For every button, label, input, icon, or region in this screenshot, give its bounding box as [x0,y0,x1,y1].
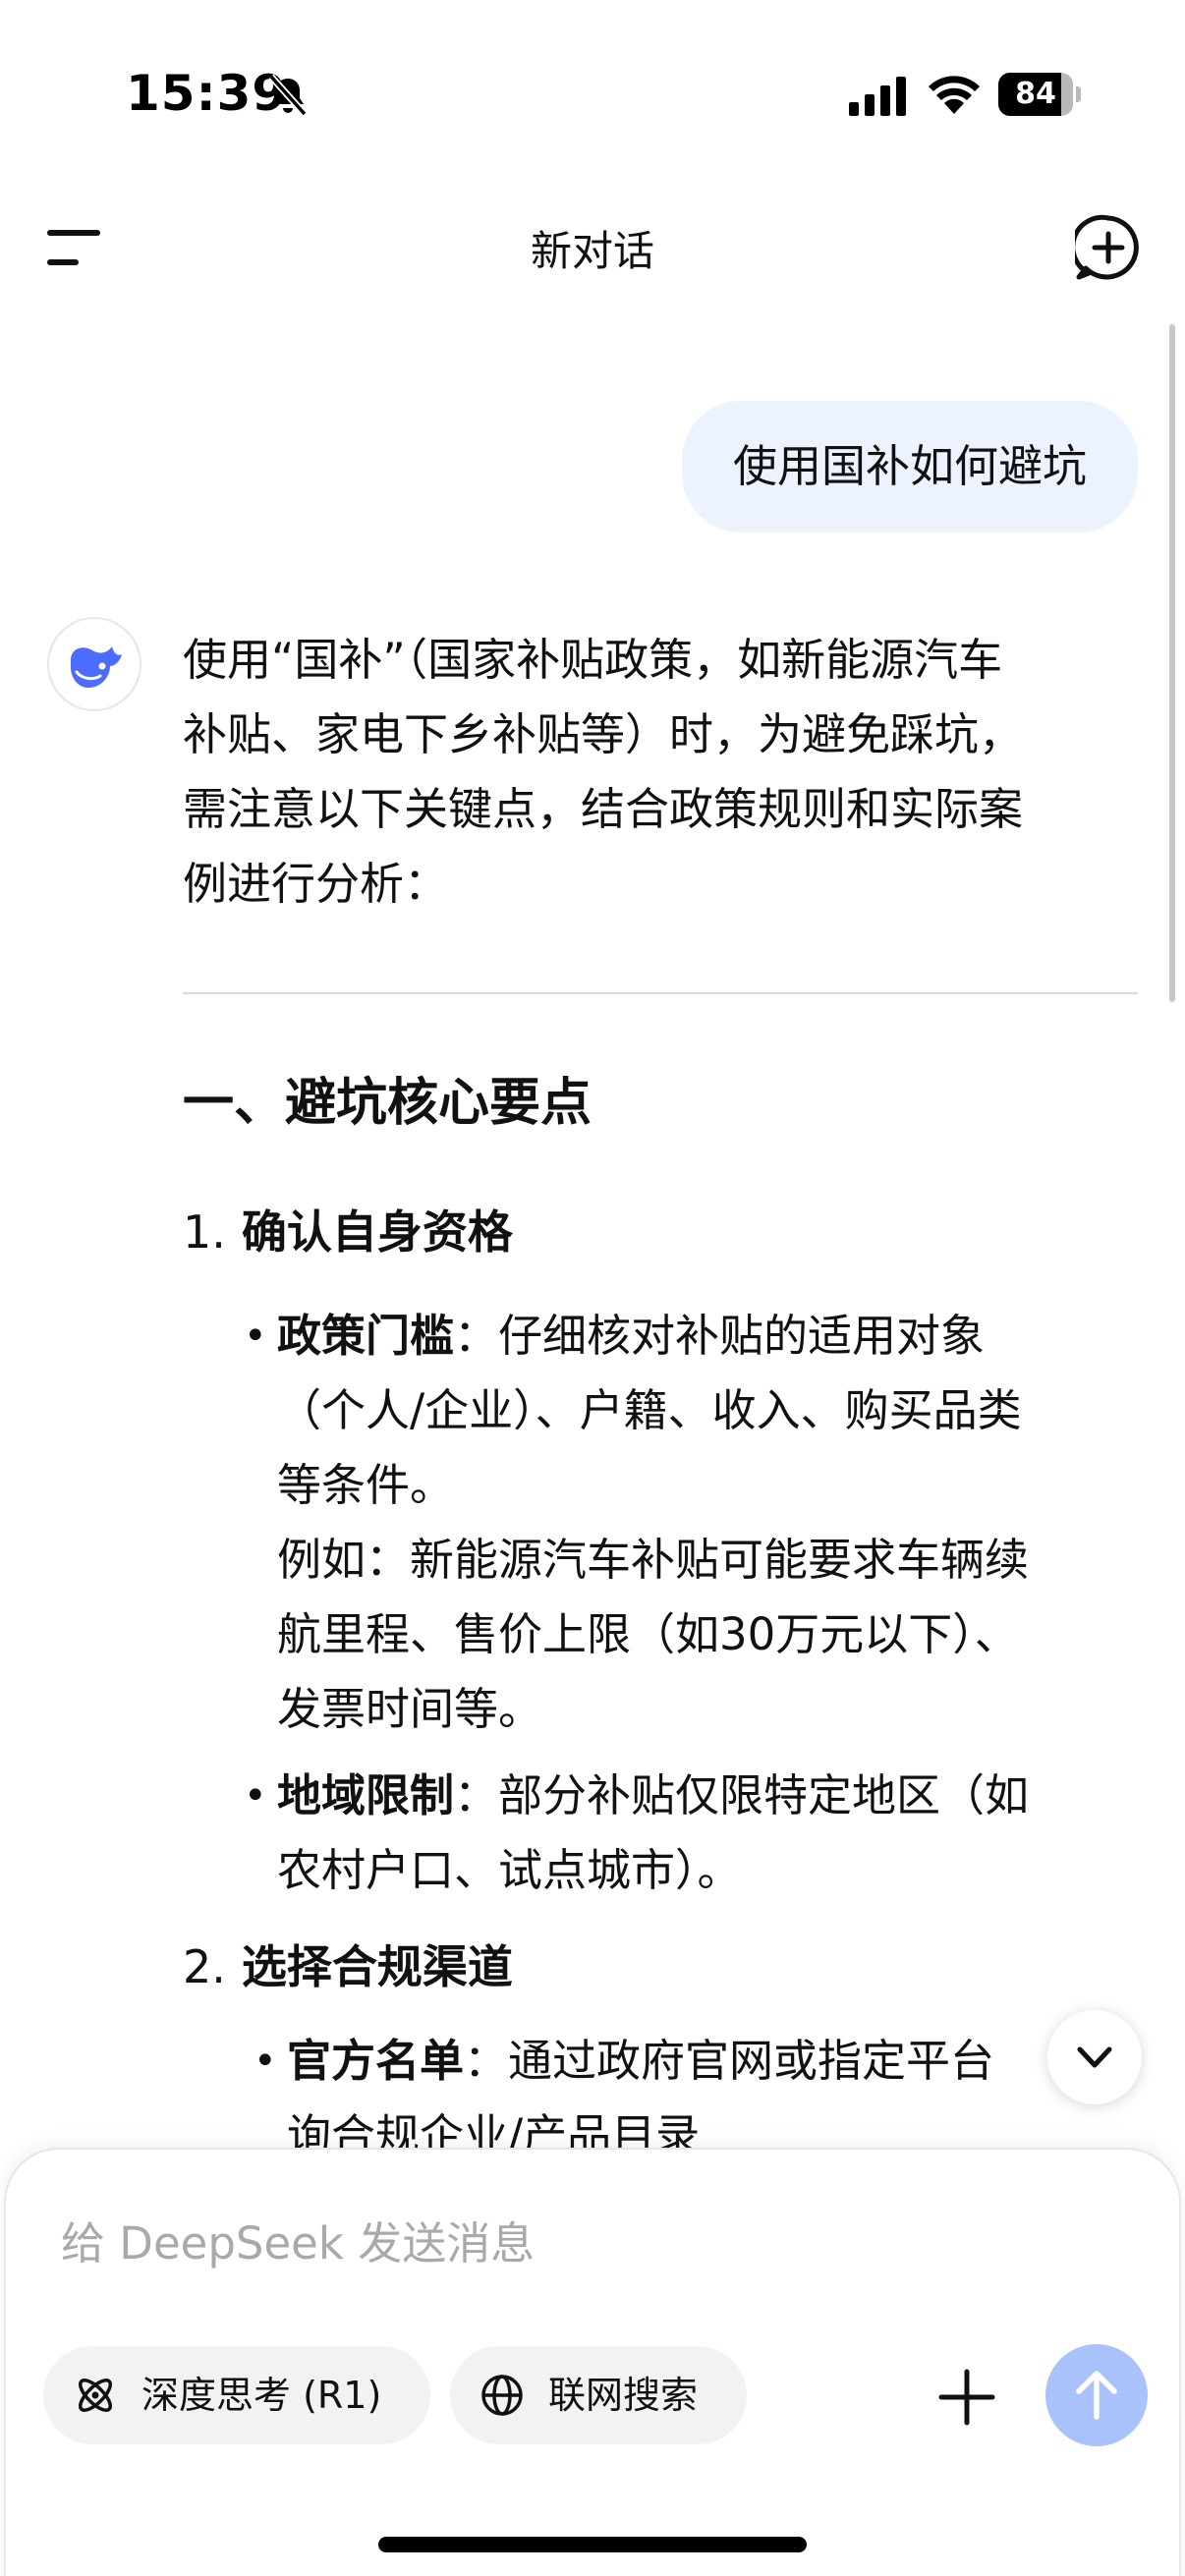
web-search-label: 联网搜索 [548,2374,699,2417]
deep-think-label: 深度思考 (R1) [141,2374,382,2417]
bullet-label: 官方名单 [287,2035,465,2087]
web-search-toggle[interactable]: 联网搜索 [450,2346,747,2444]
deepseek-avatar [47,617,141,711]
message-composer: 深度思考 (R1) 联网搜索 [4,2148,1181,2576]
bell-slash-icon [268,74,308,117]
deepseek-whale-icon [71,646,122,688]
list-item-number: 1. [183,1205,226,1259]
bullet-body: 政策门槛：仔细核对补贴的适用对象 （个人/企业）、户籍、收入、购买品类 等条件。… [277,1299,1185,1747]
cellular-signal-icon [849,77,906,116]
bullet-dot: • [244,1773,267,1819]
globe-icon [481,2375,523,2416]
status-time: 15:39 [126,65,288,122]
answer-divider [183,992,1138,994]
new-chat-icon[interactable] [1075,214,1142,281]
wifi-icon [929,76,980,114]
assistant-answer: 使用“国补”（国家补贴政策，如新能源汽车 补贴、家电下乡补贴等）时，为避免踩坑，… [183,623,1136,922]
answer-intro: 使用“国补”（国家补贴政策，如新能源汽车 补贴、家电下乡补贴等）时，为避免踩坑，… [183,634,1024,910]
bullet-dot: • [254,2039,277,2084]
bullet-text: ：仔细核对补贴的适用对象 （个人/企业）、户籍、收入、购买品类 等条件。 例如：… [277,1310,1030,1735]
user-message-bubble: 使用国补如何避坑 [681,401,1138,532]
page-title: 新对话 [530,227,654,275]
section-heading: 一、避坑核心要点 [183,1074,592,1133]
bullet-label: 地域限制 [277,1769,455,1821]
battery-cap [1076,86,1081,102]
bullet-dot: • [244,1314,267,1359]
bullet-body: 地域限制：部分补贴仅限特定地区（如 农村户口、试点城市）。 [277,1759,1185,1908]
deep-think-toggle[interactable]: 深度思考 (R1) [43,2346,430,2444]
list-item-title: 确认自身资格 [241,1205,513,1259]
status-bar: 15:39 84 [0,0,1185,187]
chevron-down-icon [1077,2046,1112,2068]
list-item-number: 2. [183,1940,226,1993]
list-item-heading: 1. 确认自身资格 [183,1197,513,1261]
battery-percent: 84 [1015,77,1056,111]
battery-body: 84 [998,73,1073,116]
battery-indicator: 84 [998,73,1081,116]
scrollbar[interactable] [1169,324,1175,1002]
arrow-up-icon [1076,2371,1117,2420]
bullet-label: 政策门槛 [277,1310,455,1362]
atom-icon [79,2379,112,2412]
list-item-heading: 2. 选择合规渠道 [183,1932,513,1996]
list-item-title: 选择合规渠道 [241,1940,513,1993]
scroll-to-bottom-button[interactable] [1047,2010,1142,2104]
send-button[interactable] [1045,2344,1148,2446]
message-input[interactable] [61,2209,847,2277]
home-indicator[interactable] [378,2537,807,2552]
attach-plus-icon[interactable] [935,2366,998,2429]
